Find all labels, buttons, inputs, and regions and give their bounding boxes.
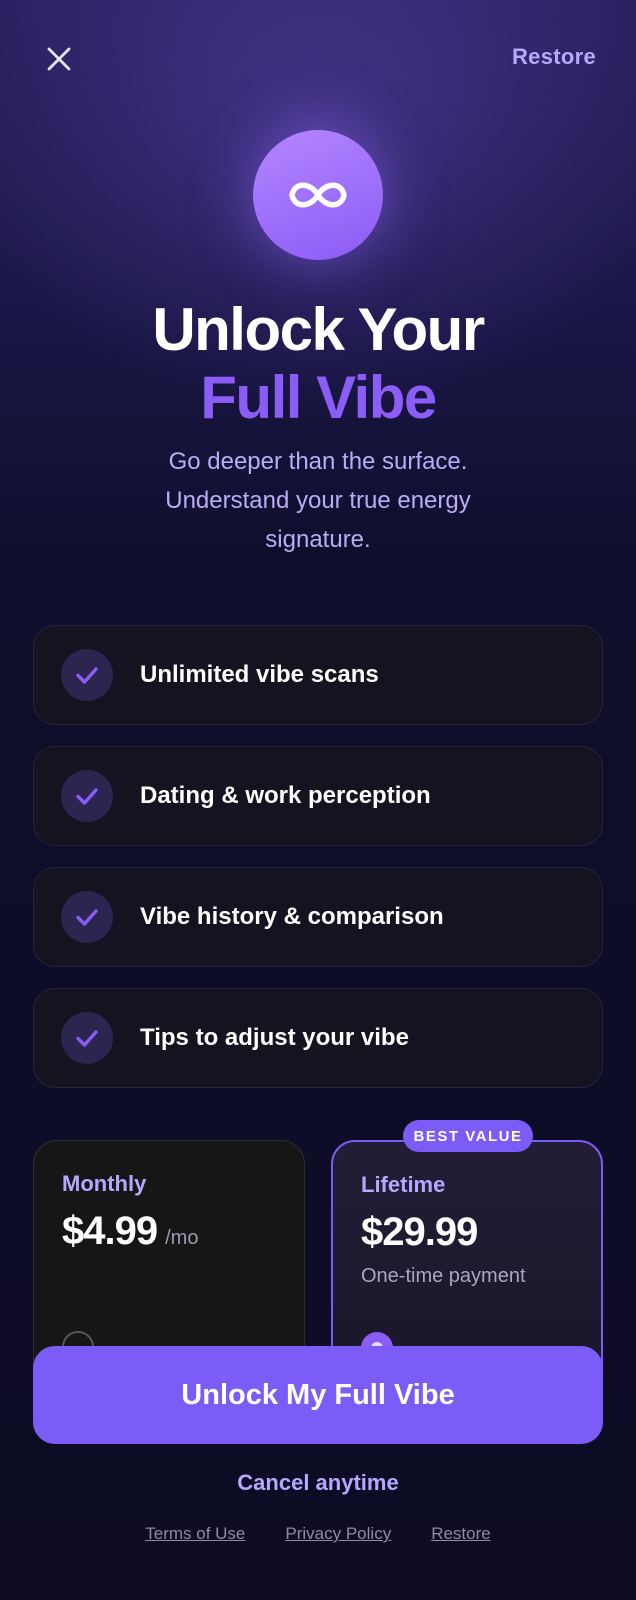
terms-link[interactable]: Terms of Use [145,1524,245,1544]
cancel-anytime-text: Cancel anytime [237,1470,399,1495]
page-title: Unlock Your Full Vibe [0,296,636,432]
close-icon [47,47,71,71]
top-bar: Restore [0,0,636,120]
footer-links: Terms of Use Privacy Policy Restore [0,1524,636,1544]
best-value-badge: BEST VALUE [403,1120,533,1152]
check-icon [76,909,98,926]
plan-name: Monthly [62,1171,147,1196]
plan-note: One-time payment [361,1265,526,1287]
restore-link[interactable]: Restore [431,1524,491,1544]
check-badge [61,770,113,822]
check-badge [61,891,113,943]
plan-period: /mo [165,1227,199,1249]
plan-price: $29.99 [361,1210,478,1254]
feature-item: Tips to adjust your vibe [33,988,603,1088]
feature-label: Dating & work perception [140,782,431,809]
title-line-2: Full Vibe [200,364,437,431]
infinity-icon [289,182,347,208]
privacy-link[interactable]: Privacy Policy [285,1524,391,1544]
check-badge [61,649,113,701]
feature-list: Unlimited vibe scans Dating & work perce… [33,625,603,1109]
plan-price: $4.99 [62,1209,158,1253]
feature-item: Dating & work perception [33,746,603,846]
feature-label: Tips to adjust your vibe [140,1024,409,1051]
feature-item: Unlimited vibe scans [33,625,603,725]
check-icon [76,667,98,684]
app-logo [253,130,383,260]
price-row: $29.99 [361,1210,573,1255]
title-line-1: Unlock Your [152,296,485,363]
check-icon [76,788,98,805]
plan-name: Lifetime [361,1172,446,1197]
unlock-button[interactable]: Unlock My Full Vibe [33,1346,603,1444]
subtitle: Go deeper than the surface. Understand y… [165,448,471,553]
feature-item: Vibe history & comparison [33,867,603,967]
feature-label: Unlimited vibe scans [140,661,379,688]
feature-label: Vibe history & comparison [140,903,444,930]
close-button[interactable] [40,40,78,78]
price-row: $4.99 /mo [62,1209,276,1254]
check-badge [61,1012,113,1064]
restore-button[interactable]: Restore [512,44,596,70]
check-icon [76,1030,98,1047]
